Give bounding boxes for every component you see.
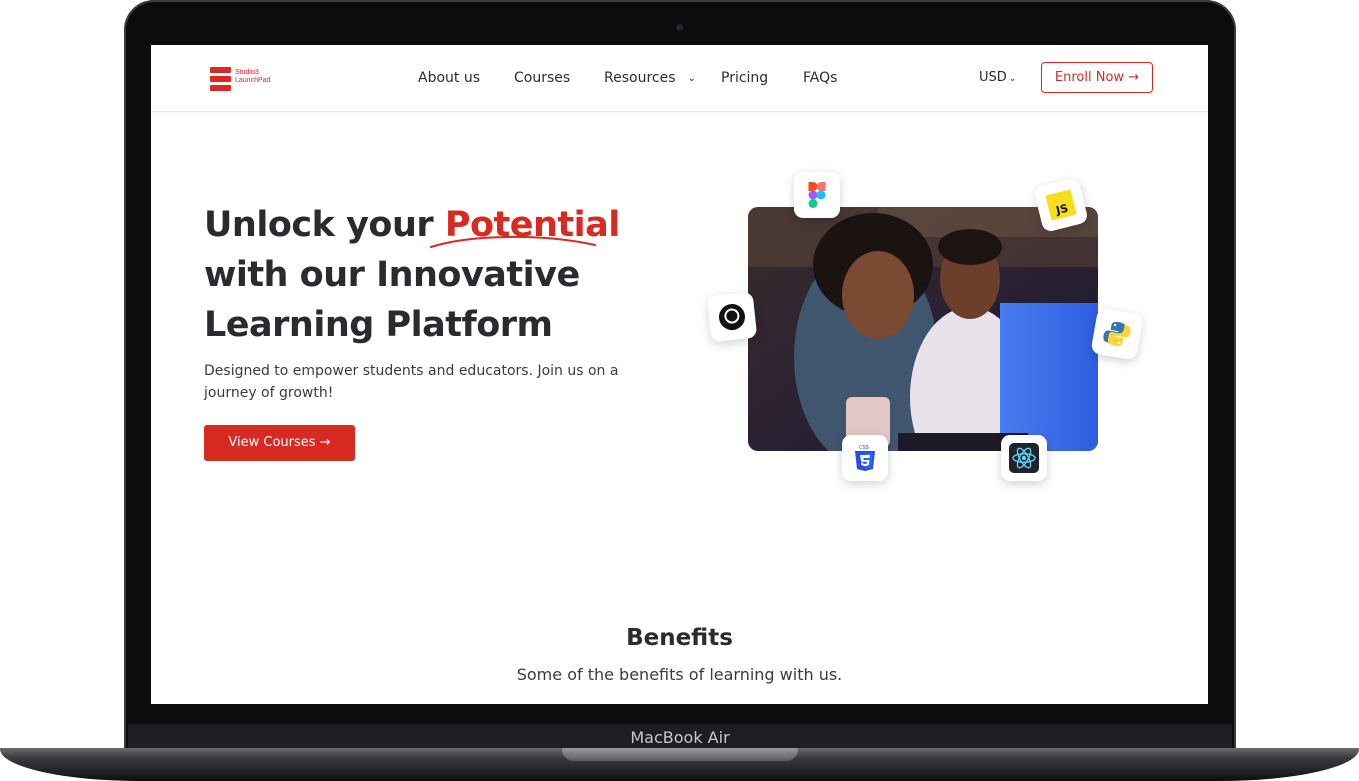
hero-photo	[748, 207, 1098, 451]
currency-value: USD	[979, 70, 1007, 85]
css3-icon: CSS	[842, 435, 888, 481]
nav-link-resources[interactable]: Resources ⌄	[604, 70, 696, 86]
python-icon	[1090, 307, 1144, 361]
hero-description: Designed to empower students and educato…	[204, 363, 619, 401]
svg-text:CSS: CSS	[859, 445, 869, 451]
logo-mark-icon	[210, 67, 231, 91]
logo-text: Studio3 LaunchPad	[235, 69, 270, 85]
react-icon	[1001, 435, 1047, 481]
logo-line-1: Studio3	[235, 69, 259, 76]
view-courses-button[interactable]: View Courses →	[204, 425, 355, 461]
device-label: MacBook Air	[630, 728, 730, 747]
nav-link-about[interactable]: About us	[418, 70, 480, 86]
nav-link-resources-label: Resources	[604, 70, 676, 86]
enroll-now-button[interactable]: Enroll Now →	[1041, 62, 1153, 93]
hero-title-line3: Learning Platform	[204, 305, 553, 345]
nav-link-courses[interactable]: Courses	[514, 70, 570, 86]
chevron-down-icon: ⌄	[687, 73, 696, 84]
laptop-notch	[562, 748, 798, 761]
benefits-subtitle: Some of the benefits of learning with us…	[516, 665, 843, 684]
logo-line-2: LaunchPad	[235, 77, 271, 84]
camera-dot	[676, 24, 683, 31]
currency-select[interactable]: USD ⌄	[979, 70, 1016, 85]
hero-title-line2: with our Innovative	[204, 255, 580, 295]
hero-title-part1: Unlock your	[204, 205, 434, 245]
currency-chevron-icon: ⌄	[1008, 74, 1017, 84]
top-navbar: Studio3 LaunchPad About us Courses Resou…	[151, 45, 1208, 112]
hero-title: Unlock your Potential with our Innovativ…	[204, 200, 684, 350]
figma-icon	[794, 172, 840, 218]
nav-link-faqs[interactable]: FAQs	[803, 70, 837, 86]
benefits-title: Benefits	[626, 625, 733, 651]
highlight-underline-icon	[430, 235, 596, 248]
laptop-chin: MacBook Air	[128, 724, 1232, 750]
brand-logo[interactable]: Studio3 LaunchPad	[210, 67, 290, 91]
github-icon	[706, 291, 758, 343]
website-screen: Studio3 LaunchPad About us Courses Resou…	[151, 45, 1208, 704]
nav-link-pricing[interactable]: Pricing	[721, 70, 768, 86]
